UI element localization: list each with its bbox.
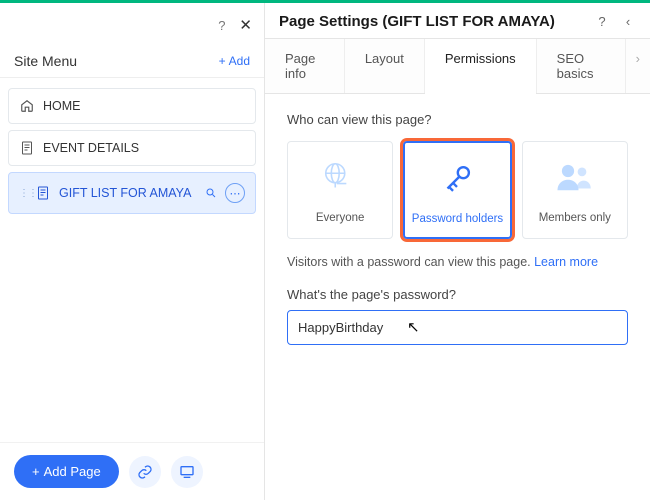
permissions-question: Who can view this page? bbox=[287, 112, 628, 127]
menu-item-label: HOME bbox=[43, 99, 245, 113]
menu-item-home[interactable]: HOME bbox=[8, 88, 256, 124]
sidebar-title: Site Menu bbox=[14, 53, 77, 69]
globe-icon bbox=[321, 156, 359, 200]
chevron-left-icon[interactable]: ‹ bbox=[620, 14, 636, 29]
menu-item-gift-list[interactable]: ⋮⋮ GIFT LIST FOR AMAYA ⋯ bbox=[8, 172, 256, 214]
sidebar-header: Site Menu + Add bbox=[0, 43, 264, 78]
sidebar-footer: + Add Page bbox=[0, 442, 264, 500]
password-input[interactable] bbox=[287, 310, 628, 345]
choice-password-holders[interactable]: Password holders bbox=[403, 141, 511, 239]
choice-members-only[interactable]: Members only bbox=[522, 141, 628, 239]
add-menu-label: Add bbox=[229, 54, 250, 68]
tab-permissions[interactable]: Permissions bbox=[425, 39, 537, 93]
add-page-button[interactable]: + Add Page bbox=[14, 455, 119, 488]
permission-description: Visitors with a password can view this p… bbox=[287, 255, 628, 269]
menu-item-actions: ⋯ bbox=[201, 183, 245, 203]
menu-item-label: EVENT DETAILS bbox=[43, 141, 245, 155]
settings-tabs: Page info Layout Permissions SEO basics … bbox=[265, 38, 650, 94]
menu-list: HOME EVENT DETAILS ⋮⋮ GIFT LIST FOR AMAY… bbox=[0, 78, 264, 442]
permission-desc-text: Visitors with a password can view this p… bbox=[287, 255, 534, 269]
add-page-label: Add Page bbox=[44, 464, 101, 479]
choice-everyone[interactable]: Everyone bbox=[287, 141, 393, 239]
choice-label: Members only bbox=[539, 212, 611, 224]
members-icon bbox=[554, 156, 596, 200]
sidebar: ? ✕ Site Menu + Add HOME EVENT DETAILS bbox=[0, 3, 265, 500]
drag-handle-icon[interactable]: ⋮⋮ bbox=[19, 188, 27, 199]
tab-page-info[interactable]: Page info bbox=[265, 39, 345, 93]
settings-content: Who can view this page? Everyone Passwor… bbox=[265, 94, 650, 500]
settings-header: Page Settings (GIFT LIST FOR AMAYA) ? ‹ bbox=[265, 3, 650, 38]
tab-layout[interactable]: Layout bbox=[345, 39, 425, 93]
learn-more-link[interactable]: Learn more bbox=[534, 255, 598, 269]
search-seo-icon[interactable] bbox=[201, 183, 221, 203]
plus-icon: + bbox=[32, 464, 40, 479]
close-icon[interactable]: ✕ bbox=[239, 16, 252, 34]
page-icon bbox=[35, 186, 51, 200]
more-options-icon[interactable]: ⋯ bbox=[225, 183, 245, 203]
help-icon[interactable]: ? bbox=[218, 18, 225, 33]
menu-item-label: GIFT LIST FOR AMAYA bbox=[59, 186, 193, 200]
home-icon bbox=[19, 99, 35, 113]
help-icon[interactable]: ? bbox=[594, 14, 610, 29]
settings-title: Page Settings (GIFT LIST FOR AMAYA) bbox=[279, 13, 584, 30]
settings-panel: Page Settings (GIFT LIST FOR AMAYA) ? ‹ … bbox=[265, 3, 650, 500]
plus-icon: + bbox=[219, 54, 226, 68]
key-icon bbox=[438, 157, 476, 201]
tabs-scroll-right[interactable]: › bbox=[626, 39, 650, 93]
permission-choices: Everyone Password holders Members only bbox=[287, 141, 628, 239]
add-menu-link[interactable]: + Add bbox=[219, 54, 250, 68]
tab-seo-basics[interactable]: SEO basics bbox=[537, 39, 626, 93]
menu-item-event-details[interactable]: EVENT DETAILS bbox=[8, 130, 256, 166]
desktop-icon[interactable] bbox=[171, 456, 203, 488]
page-icon bbox=[19, 141, 35, 155]
password-question: What's the page's password? bbox=[287, 287, 628, 302]
choice-label: Password holders bbox=[412, 213, 503, 225]
choice-label: Everyone bbox=[316, 212, 365, 224]
sidebar-top-controls: ? ✕ bbox=[0, 3, 264, 43]
link-icon[interactable] bbox=[129, 456, 161, 488]
